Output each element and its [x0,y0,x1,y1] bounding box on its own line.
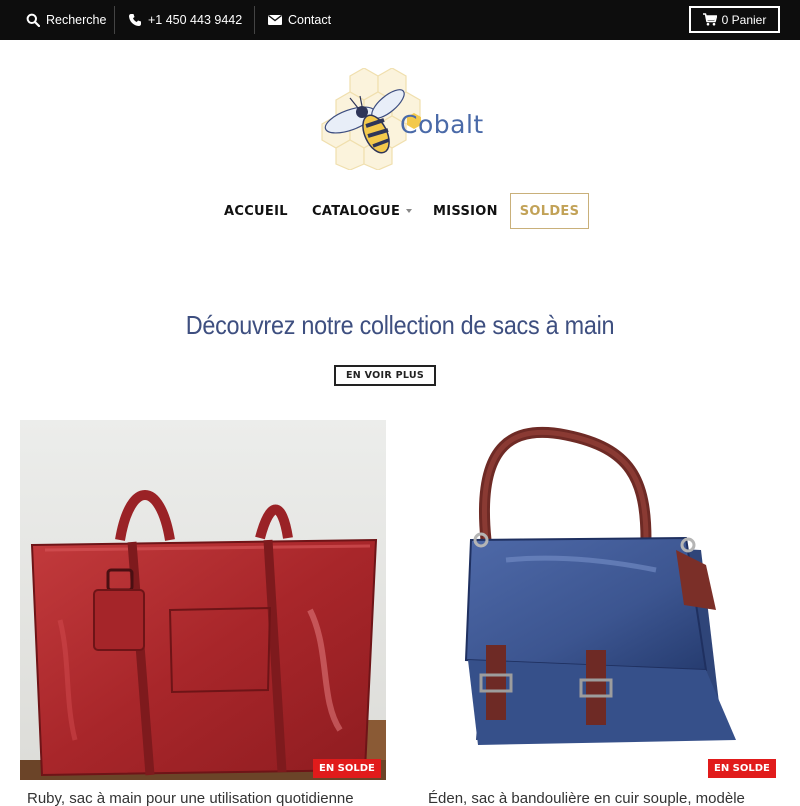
contact-link[interactable]: Contact [268,0,331,40]
divider [254,6,255,34]
cart-icon [702,13,717,26]
contact-label: Contact [288,13,332,27]
caret-down-icon [406,209,413,213]
sale-badge: EN SOLDE [313,759,381,778]
nav-item-accueil[interactable]: ACCUEIL [224,193,288,229]
cart-button[interactable]: 0 Panier [689,6,780,33]
product-card-image[interactable] [416,420,782,780]
see-more-button[interactable]: EN VOIR PLUS [334,365,436,386]
product-title[interactable]: Éden, sac à bandoulière en cuir souple, … [428,790,778,806]
top-bar: Recherche +1 450 443 9442 Contact 0 Pani… [0,0,800,40]
nav-label: CATALOGUE [312,203,401,219]
search-label: Recherche [46,13,107,27]
phone-link[interactable]: +1 450 443 9442 [128,0,242,40]
nav-item-catalogue[interactable]: CATALOGUE [312,193,413,229]
phone-label: +1 450 443 9442 [148,13,243,27]
brand-name: Cobalt [400,110,484,139]
nav-item-mission[interactable]: MISSION [433,193,498,229]
product-card-image[interactable] [20,420,386,780]
cart-label: 0 Panier [721,12,767,27]
collection-headline: Découvrez notre collection de sacs à mai… [185,310,615,340]
nav-label: ACCUEIL [224,203,288,219]
search-icon [26,13,40,27]
mail-icon [268,14,282,25]
phone-icon [129,14,141,26]
nav-item-soldes[interactable]: SOLDES [510,193,589,229]
red-handbag-image [20,420,386,780]
sale-badge: EN SOLDE [708,759,776,778]
product-title[interactable]: Ruby, sac à main pour une utilisation qu… [27,790,383,806]
nav-label: MISSION [433,203,498,219]
search-link[interactable]: Recherche [26,0,106,40]
nav-label: SOLDES [519,203,580,219]
divider [114,6,115,34]
blue-handbag-image [416,420,782,780]
